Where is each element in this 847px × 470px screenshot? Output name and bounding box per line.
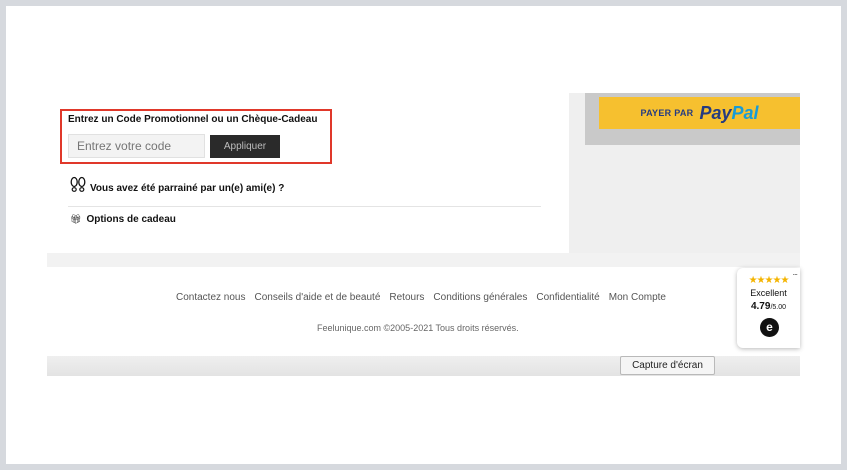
footer-links: Contactez nous Conseils d'aide et de bea… <box>176 292 666 303</box>
trust-rating-widget[interactable]: ... ★★★★★ Excellent 4.79/5.00 e <box>737 267 800 348</box>
rating-value: 4.79 <box>750 301 771 312</box>
section-divider <box>68 206 541 207</box>
promo-code-input[interactable] <box>68 134 205 158</box>
paypal-logo-pay: Pay <box>699 102 732 123</box>
paypal-checkout-button[interactable]: PAYER PAR PayPal <box>599 97 800 129</box>
rating-stars-icon: ★★★★★ <box>748 275 790 286</box>
footer-copyright: Feelunique.com ©2005-2021 Tous droits ré… <box>317 323 519 333</box>
footer-link-contact[interactable]: Contactez nous <box>176 292 246 303</box>
gift-options-label: Options de cadeau <box>86 214 176 225</box>
section-separator-band <box>47 253 800 267</box>
footer-link-terms[interactable]: Conditions générales <box>433 292 527 303</box>
screenshot-capture-button[interactable]: Capture d'écran <box>620 356 715 375</box>
rating-max: /5.00 <box>770 304 787 311</box>
footer-link-returns[interactable]: Retours <box>389 292 424 303</box>
paypal-logo: PayPal <box>700 103 759 124</box>
apply-promo-button[interactable]: Appliquer <box>210 135 280 158</box>
gift-options-toggle[interactable]: 🎁︎ Options de cadeau <box>70 214 176 225</box>
trusted-shops-logo-icon: e <box>760 318 779 337</box>
footprints-icon <box>70 176 86 192</box>
footer-link-privacy[interactable]: Confidentialité <box>536 292 599 303</box>
referral-label: Vous avez été parrainé par un(e) ami(e) … <box>90 182 285 194</box>
rating-label: Excellent <box>750 288 787 298</box>
footer-link-account[interactable]: Mon Compte <box>609 292 666 303</box>
promo-code-title: Entrez un Code Promotionnel ou un Chèque… <box>68 114 318 125</box>
paypal-prefix-label: PAYER PAR <box>640 108 694 118</box>
referral-toggle[interactable]: Vous avez été parrainé par un(e) ami(e) … <box>70 175 284 195</box>
footer-link-beauty-advice[interactable]: Conseils d'aide et de beauté <box>255 292 381 303</box>
gift-icon: 🎁︎ <box>70 214 82 224</box>
paypal-logo-pal: Pal <box>731 102 759 123</box>
rating-score: 4.79/5.00 <box>737 301 800 312</box>
